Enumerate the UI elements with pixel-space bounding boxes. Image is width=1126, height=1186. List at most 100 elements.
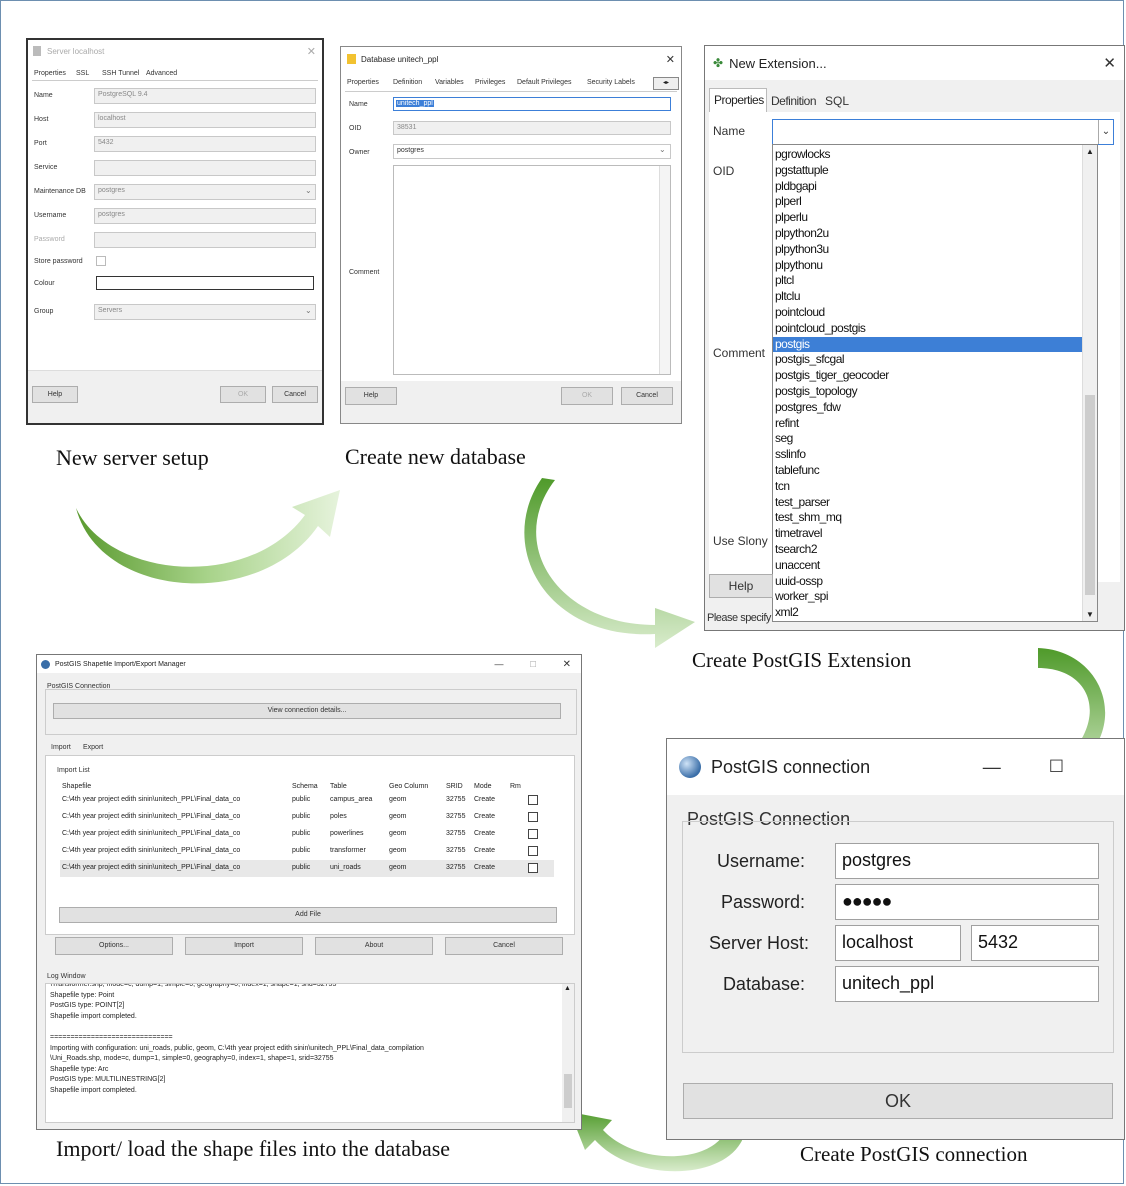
options-button[interactable]: Options... (55, 937, 173, 955)
scrollbar[interactable]: ▲ (562, 984, 574, 1122)
store-password-checkbox[interactable] (96, 256, 106, 266)
password-field[interactable] (94, 232, 316, 248)
remove-checkbox[interactable] (528, 812, 538, 822)
service-field[interactable] (94, 160, 316, 176)
tab-definition[interactable]: Definition (771, 94, 817, 108)
minimize-icon[interactable]: — (494, 659, 503, 669)
scrollbar-thumb[interactable] (564, 1074, 572, 1108)
list-item[interactable]: postgis_topology (773, 384, 1083, 400)
name-combobox[interactable]: ⌄ (772, 119, 1114, 145)
chevron-down-icon[interactable]: ⌄ (1098, 120, 1113, 144)
table-row[interactable]: C:\4th year project edith sinin\unitech_… (60, 826, 554, 843)
tab-privileges[interactable]: Privileges (475, 79, 505, 86)
cancel-button[interactable]: Cancel (621, 387, 673, 405)
remove-checkbox[interactable] (528, 795, 538, 805)
list-item[interactable]: tsearch2 (773, 542, 1083, 558)
close-icon[interactable]: ✕ (666, 53, 675, 66)
list-item[interactable]: postgres_fdw (773, 400, 1083, 416)
help-button[interactable]: Help (32, 386, 78, 403)
import-button[interactable]: Import (185, 937, 303, 955)
remove-checkbox[interactable] (528, 863, 538, 873)
database-input[interactable]: unitech_ppl (835, 966, 1099, 1002)
table-row[interactable]: C:\4th year project edith sinin\unitech_… (60, 860, 554, 877)
tab-variables[interactable]: Variables (435, 79, 464, 86)
minimize-icon[interactable]: — (983, 757, 1001, 778)
remove-checkbox[interactable] (528, 829, 538, 839)
table-row[interactable]: C:\4th year project edith sinin\unitech_… (60, 809, 554, 826)
list-item[interactable]: postgis_tiger_geocoder (773, 368, 1083, 384)
tab-properties[interactable]: Properties (34, 70, 66, 77)
close-icon[interactable]: ✕ (563, 659, 571, 670)
view-connection-details-button[interactable]: View connection details... (53, 703, 561, 719)
list-item[interactable]: worker_spi (773, 589, 1083, 605)
comment-textarea[interactable] (393, 165, 671, 375)
add-file-button[interactable]: Add File (59, 907, 557, 923)
close-icon[interactable]: ✕ (307, 45, 316, 58)
password-input[interactable]: ●●●●● (835, 884, 1099, 920)
list-item[interactable]: sslinfo (773, 447, 1083, 463)
scroll-up-icon[interactable]: ▲ (1086, 147, 1094, 156)
list-item[interactable]: timetravel (773, 526, 1083, 542)
list-item[interactable]: tablefunc (773, 463, 1083, 479)
list-item[interactable]: uuid-ossp (773, 574, 1083, 590)
list-item[interactable]: plpython3u (773, 242, 1083, 258)
list-item[interactable]: plperlu (773, 210, 1083, 226)
table-row[interactable]: C:\4th year project edith sinin\unitech_… (60, 792, 554, 809)
tab-default-privileges[interactable]: Default Privileges (517, 79, 571, 86)
owner-select[interactable]: postgres (393, 144, 671, 159)
maximize-icon[interactable]: ☐ (529, 660, 536, 669)
port-field[interactable]: 5432 (94, 136, 316, 152)
about-button[interactable]: About (315, 937, 433, 955)
tab-ssh-tunnel[interactable]: SSH Tunnel (102, 70, 139, 77)
colour-picker[interactable] (96, 276, 314, 290)
help-button[interactable]: Help (345, 387, 397, 405)
list-item[interactable]: pldbgapi (773, 179, 1083, 195)
ok-button[interactable]: OK (683, 1083, 1113, 1119)
tab-properties[interactable]: Properties (709, 88, 767, 112)
maintenance-db-select[interactable]: postgres (94, 184, 316, 200)
username-field[interactable]: postgres (94, 208, 316, 224)
tab-advanced[interactable]: Advanced (146, 70, 177, 77)
help-button[interactable]: Help (709, 574, 773, 598)
list-item[interactable]: plpython2u (773, 226, 1083, 242)
scrollbar[interactable] (659, 166, 670, 374)
list-item[interactable]: postgis (773, 336, 1083, 353)
extension-dropdown-list[interactable]: pgrowlocks pgstattuple pldbgapi plperl plper… (772, 144, 1098, 622)
tab-export[interactable]: Export (83, 744, 103, 751)
list-item[interactable]: pgstattuple (773, 163, 1083, 179)
scrollbar-thumb[interactable] (1085, 395, 1095, 595)
port-input[interactable]: 5432 (971, 925, 1099, 961)
list-item[interactable]: tcn (773, 479, 1083, 495)
group-select[interactable]: Servers (94, 304, 316, 320)
list-item[interactable]: test_shm_mq (773, 510, 1083, 526)
list-item[interactable]: unaccent (773, 558, 1083, 574)
tab-properties[interactable]: Properties (347, 79, 379, 86)
tab-sql[interactable]: SQL (825, 94, 849, 108)
maximize-icon[interactable]: ☐ (1049, 757, 1064, 777)
list-item[interactable]: xml2 (773, 605, 1083, 621)
ok-button[interactable]: OK (220, 386, 266, 403)
list-item[interactable]: pointcloud (773, 305, 1083, 321)
scroll-down-icon[interactable]: ▼ (1086, 610, 1094, 619)
tab-security-labels[interactable]: Security Labels (587, 79, 635, 86)
list-item[interactable]: plperl (773, 194, 1083, 210)
list-item[interactable]: pltclu (773, 289, 1083, 305)
tab-import[interactable]: Import (51, 744, 71, 751)
table-row[interactable]: C:\4th year project edith sinin\unitech_… (60, 843, 554, 860)
name-field[interactable]: unitech_ppl (393, 97, 671, 111)
list-item[interactable]: postgis_sfcgal (773, 352, 1083, 368)
list-item[interactable]: seg (773, 431, 1083, 447)
list-item[interactable]: pltcl (773, 273, 1083, 289)
username-input[interactable]: postgres (835, 843, 1099, 879)
close-icon[interactable]: ✕ (1103, 54, 1116, 72)
list-item[interactable]: refint (773, 416, 1083, 432)
cancel-button[interactable]: Cancel (272, 386, 318, 403)
list-item[interactable]: pgrowlocks (773, 147, 1083, 163)
tab-definition[interactable]: Definition (393, 79, 422, 86)
tab-ssl[interactable]: SSL (76, 70, 89, 77)
list-item[interactable]: pointcloud_postgis (773, 321, 1083, 337)
scroll-up-icon[interactable]: ▲ (564, 985, 571, 992)
host-field[interactable]: localhost (94, 112, 316, 128)
remove-checkbox[interactable] (528, 846, 538, 856)
tab-scroll-arrows-icon[interactable]: ◂▸ (653, 77, 679, 90)
